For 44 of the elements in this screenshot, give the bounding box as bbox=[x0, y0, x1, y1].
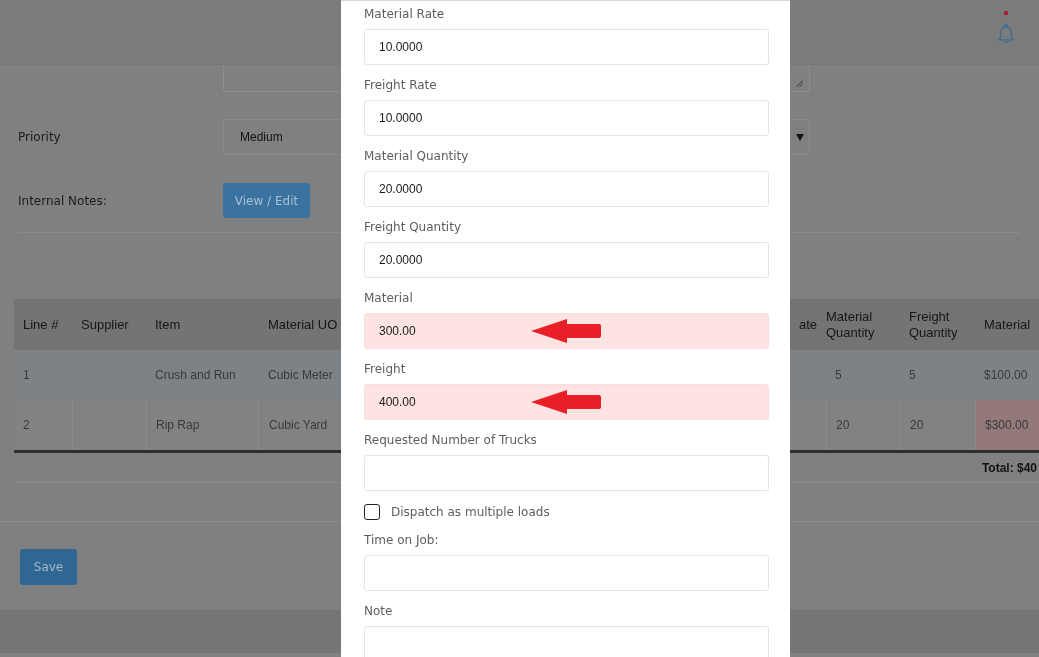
column-header: Item bbox=[154, 315, 182, 334]
input-field[interactable]: 300.00 bbox=[364, 313, 769, 349]
input-field[interactable]: 400.00 bbox=[364, 384, 769, 420]
column-header: ate bbox=[798, 315, 819, 334]
field-label: Requested Number of Trucks bbox=[364, 433, 538, 448]
column-header: Line # bbox=[22, 315, 60, 334]
input-field[interactable]: 10.0000 bbox=[364, 100, 769, 136]
column-header: Freight Quantity bbox=[908, 307, 959, 342]
field-label: Material Quantity bbox=[364, 149, 470, 164]
table-cell-text: Cubic Meter bbox=[267, 367, 334, 384]
field-label: Material Rate bbox=[364, 7, 446, 22]
table-cell: 20 bbox=[826, 400, 900, 450]
input-field[interactable]: 20.0000 bbox=[364, 242, 769, 278]
table-cell-text: Crush and Run bbox=[154, 367, 237, 384]
input-field[interactable]: 20.0000 bbox=[364, 171, 769, 207]
field-label: Internal Notes: bbox=[18, 193, 108, 208]
field-label: Time on Job: bbox=[364, 533, 440, 548]
input-field[interactable] bbox=[364, 455, 769, 491]
checkbox[interactable] bbox=[364, 503, 380, 520]
checkbox-label: Dispatch as multiple loads bbox=[391, 504, 550, 519]
resize-grip-icon bbox=[796, 80, 803, 87]
table-cell-text: 1 bbox=[22, 367, 31, 384]
input-field[interactable]: 10.0000 bbox=[364, 29, 769, 65]
caret-icon bbox=[796, 133, 804, 141]
table-cell-text: 5 bbox=[834, 367, 843, 384]
column-header: Supplier bbox=[80, 315, 130, 334]
table-cell: Rip Rap bbox=[146, 400, 258, 450]
table-cell-text: $100.00 bbox=[983, 367, 1029, 384]
column-header: Material bbox=[983, 315, 1032, 334]
input-field[interactable] bbox=[364, 555, 769, 591]
field-label: Material bbox=[364, 291, 414, 306]
field-label: Note bbox=[364, 604, 394, 619]
column-header: Material Quantity bbox=[826, 307, 876, 342]
total-amount: Total: $40 bbox=[981, 460, 1037, 475]
table-cell-text: 2 bbox=[22, 417, 31, 434]
field-label: Freight Quantity bbox=[364, 220, 462, 235]
field-label: Priority bbox=[18, 130, 62, 144]
field-label: Freight bbox=[364, 362, 407, 377]
table-cell: $300.00 bbox=[975, 400, 1039, 450]
field-label: Freight Rate bbox=[364, 78, 438, 93]
bell-icon[interactable] bbox=[997, 23, 1015, 43]
table-cell-text: 5 bbox=[908, 367, 917, 384]
column-header: Material UO bbox=[267, 315, 339, 334]
input-field[interactable] bbox=[364, 626, 769, 657]
